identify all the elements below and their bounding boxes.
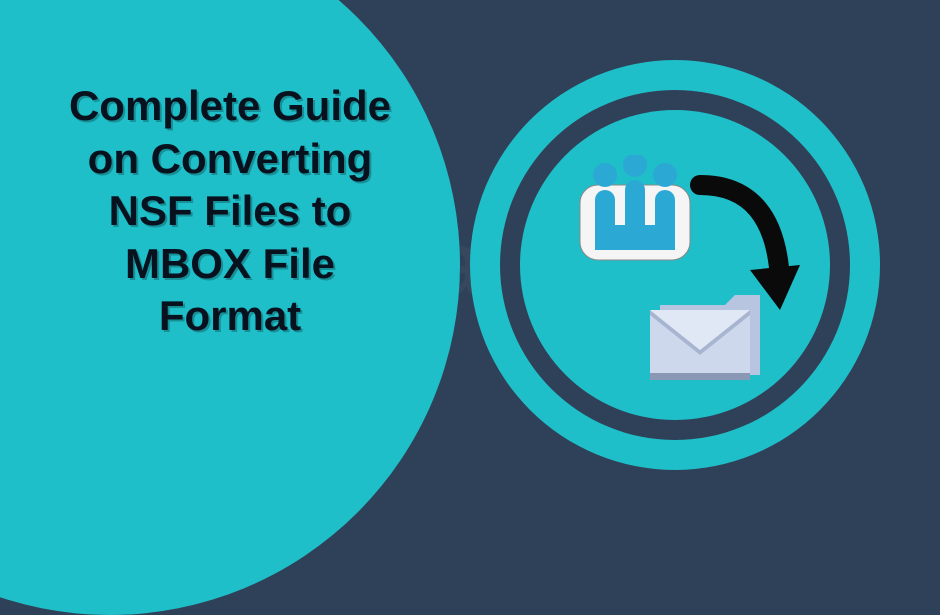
right-ring-fill (520, 110, 830, 420)
mbox-folder-icon (645, 285, 765, 385)
lotus-notes-icon (575, 155, 695, 265)
main-heading: Complete Guide on Converting NSF Files t… (65, 80, 395, 343)
right-ring-border (500, 90, 850, 440)
conversion-icon-group (535, 125, 815, 405)
right-ring-container (470, 60, 880, 470)
